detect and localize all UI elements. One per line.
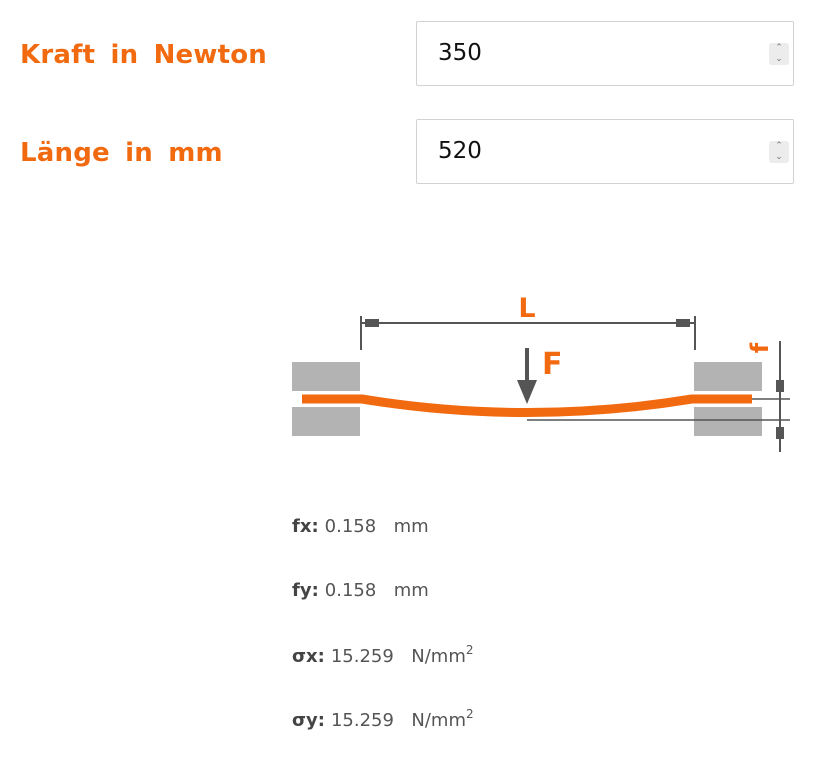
length-symbol: L [518,293,535,324]
beam-diagram: L F f [292,293,790,452]
force-label: Kraft in Newton [20,40,267,70]
result-value: 0.158 [324,580,377,601]
result-fx: fx: 0.158 mm [292,516,429,537]
result-value: 15.259 [330,646,394,667]
force-input[interactable]: 350 ⌃ ⌄ [416,21,794,86]
deflection-symbol: f [746,342,774,353]
length-input[interactable]: 520 ⌃ ⌄ [416,119,794,184]
result-unit: mm [393,516,429,537]
spin-down-icon[interactable]: ⌄ [769,152,789,163]
force-spinner[interactable]: ⌃ ⌄ [769,43,789,65]
result-unit: N/mm [411,710,466,731]
result-sigma-x: σx: 15.259 N/mm2 [292,643,474,667]
result-key: σy: [292,710,325,731]
force-arrow-icon [517,348,537,404]
force-value[interactable]: 350 [438,40,482,66]
result-fy: fy: 0.158 mm [292,580,429,601]
length-value[interactable]: 520 [438,138,482,164]
unit-exponent: 2 [465,643,474,657]
unit-exponent: 2 [466,707,474,721]
spin-down-icon[interactable]: ⌄ [769,54,789,65]
result-value: 0.158 [324,516,377,537]
spin-up-icon[interactable]: ⌃ [769,141,789,152]
result-unit: N/mm [411,646,466,667]
result-unit: mm [393,580,429,601]
spin-up-icon[interactable]: ⌃ [769,43,789,54]
length-spinner[interactable]: ⌃ ⌄ [769,141,789,163]
result-key: fy: [292,580,319,601]
deflection-dimension [776,341,784,452]
force-symbol: F [542,347,563,382]
result-key: fx: [292,516,319,537]
result-key: σx: [292,646,325,667]
length-label: Länge in mm [20,138,223,168]
result-value: 15.259 [330,710,394,731]
result-sigma-y: σy: 15.259 N/mm2 [292,707,474,731]
